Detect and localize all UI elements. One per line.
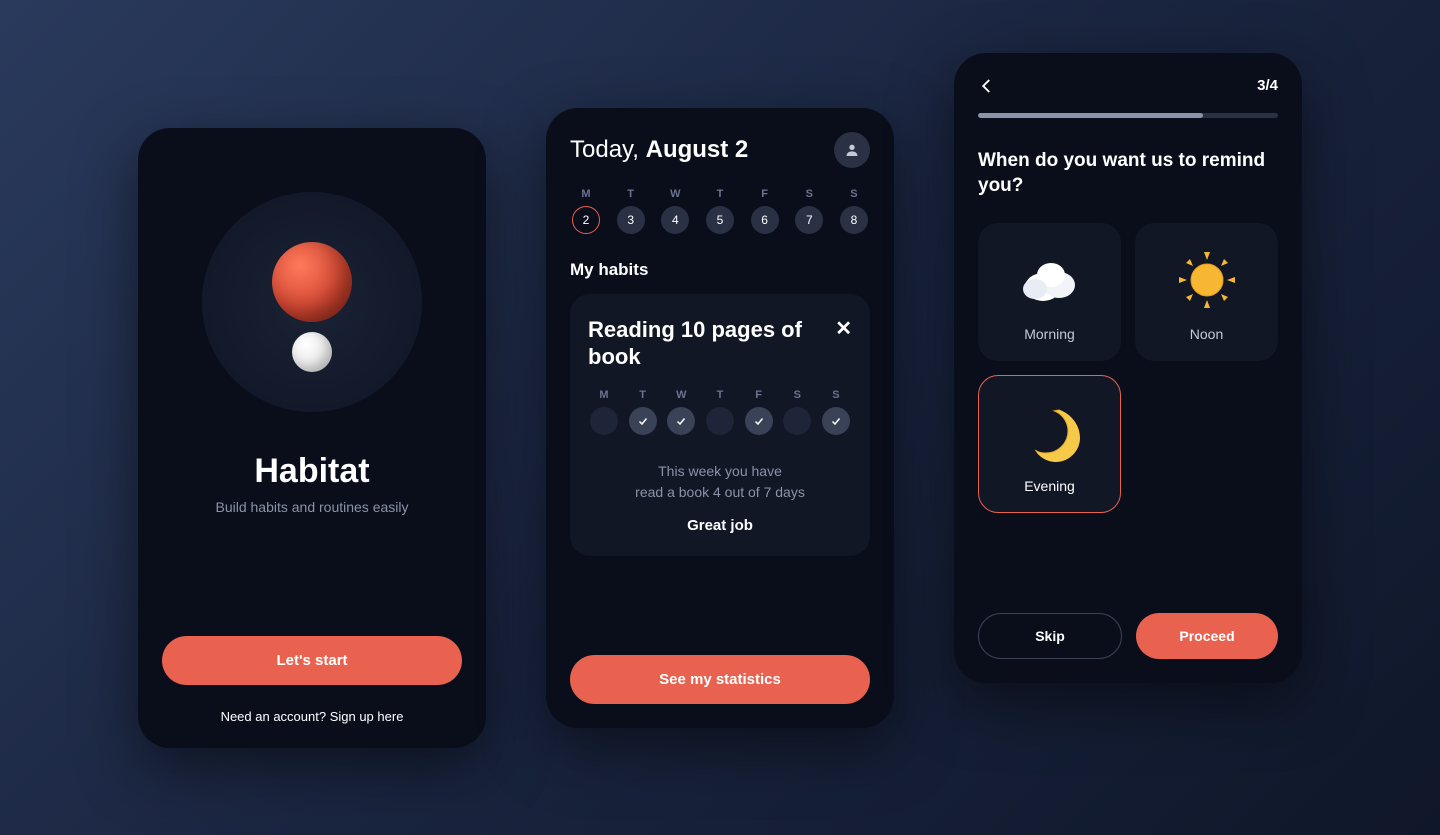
habit-title: Reading 10 pages of book [588,316,835,371]
day-number[interactable]: 4 [661,206,689,234]
option-label: Noon [1190,326,1223,342]
day-number[interactable]: 7 [795,206,823,234]
reminder-options: Morning Noon Evening [978,223,1278,513]
habit-card: Reading 10 pages of book ✕ M T W T F S S… [570,294,870,556]
day-number[interactable]: 3 [617,206,645,234]
dashboard-screen: Today, August 2 M2 T3 W4 T5 F6 S7 S8 My … [546,108,894,728]
option-morning[interactable]: Morning [978,223,1121,361]
check-mark[interactable] [590,407,618,435]
habit-summary-line1: This week you have [658,463,782,479]
day-letter: S [806,188,813,200]
habit-card-header: Reading 10 pages of book ✕ [588,316,852,371]
arrow-left-icon [978,77,996,95]
habit-praise: Great job [588,517,852,534]
progress-fill [978,113,1203,118]
date-prefix: Today, [570,136,646,163]
step-indicator: 3/4 [1257,77,1278,94]
day-letter: T [627,188,634,200]
day-letter: T [639,389,646,401]
habit-summary: This week you have read a book 4 out of … [588,461,852,503]
check-mark[interactable] [706,407,734,435]
check-mark[interactable] [629,407,657,435]
habit-week-checks: M T W T F S S [588,389,852,435]
habit-summary-line2: read a book 4 out of 7 days [635,484,805,500]
date-value: August 2 [646,136,749,163]
day-letter: T [717,188,724,200]
checkmark-icon [637,415,649,427]
day-number[interactable]: 6 [751,206,779,234]
date-label: Today, August 2 [570,136,748,164]
day-letter: W [676,389,686,401]
check-col: F [743,389,775,435]
check-mark[interactable] [783,407,811,435]
day-letter: M [599,389,608,401]
proceed-button[interactable]: Proceed [1136,613,1278,659]
reminder-question: When do you want us to remind you? [978,148,1278,199]
statistics-button[interactable]: See my statistics [570,655,870,704]
day-number[interactable]: 5 [706,206,734,234]
check-col: S [781,389,813,435]
check-mark[interactable] [822,407,850,435]
dashboard-header: Today, August 2 [570,132,870,168]
option-label: Morning [1024,326,1075,342]
reminder-actions: Skip Proceed [978,613,1278,659]
check-col: T [627,389,659,435]
check-col: M [588,389,620,435]
day-col: F6 [749,188,781,234]
day-letter: W [670,188,680,200]
check-mark[interactable] [667,407,695,435]
checkmark-icon [830,415,842,427]
day-col: S8 [838,188,870,234]
red-sphere-icon [272,242,352,322]
start-button[interactable]: Let's start [162,636,462,685]
day-col: M2 [570,188,602,234]
option-evening[interactable]: Evening [978,375,1121,513]
checkmark-icon [675,415,687,427]
moon-icon [1015,400,1085,464]
sun-icon [1172,248,1242,312]
day-number[interactable]: 2 [572,206,600,234]
checkmark-icon [753,415,765,427]
day-number[interactable]: 8 [840,206,868,234]
profile-button[interactable] [834,132,870,168]
app-logo [202,192,422,412]
skip-button[interactable]: Skip [978,613,1122,659]
week-calendar: M2 T3 W4 T5 F6 S7 S8 [570,188,870,234]
day-letter: S [832,389,839,401]
check-col: W [665,389,697,435]
day-col: W4 [659,188,691,234]
reminder-header: 3/4 [978,77,1278,95]
day-letter: M [581,188,590,200]
signup-link[interactable]: Need an account? Sign up here [162,709,462,724]
white-sphere-icon [292,332,332,372]
option-label: Evening [1024,478,1075,494]
habits-section-title: My habits [570,260,870,280]
check-mark[interactable] [745,407,773,435]
check-col: T [704,389,736,435]
cloud-icon [1015,248,1085,312]
day-col: T5 [704,188,736,234]
check-col: S [820,389,852,435]
day-letter: T [717,389,724,401]
progress-bar [978,113,1278,118]
app-title: Habitat [162,452,462,491]
close-icon[interactable]: ✕ [835,316,852,341]
back-button[interactable] [978,77,996,95]
day-col: T3 [615,188,647,234]
welcome-screen: Habitat Build habits and routines easily… [138,128,486,748]
day-letter: S [850,188,857,200]
day-col: S7 [793,188,825,234]
reminder-screen: 3/4 When do you want us to remind you? M… [954,53,1302,683]
user-icon [844,142,860,158]
app-subtitle: Build habits and routines easily [162,499,462,515]
day-letter: F [761,188,768,200]
option-noon[interactable]: Noon [1135,223,1278,361]
day-letter: F [755,389,762,401]
day-letter: S [794,389,801,401]
